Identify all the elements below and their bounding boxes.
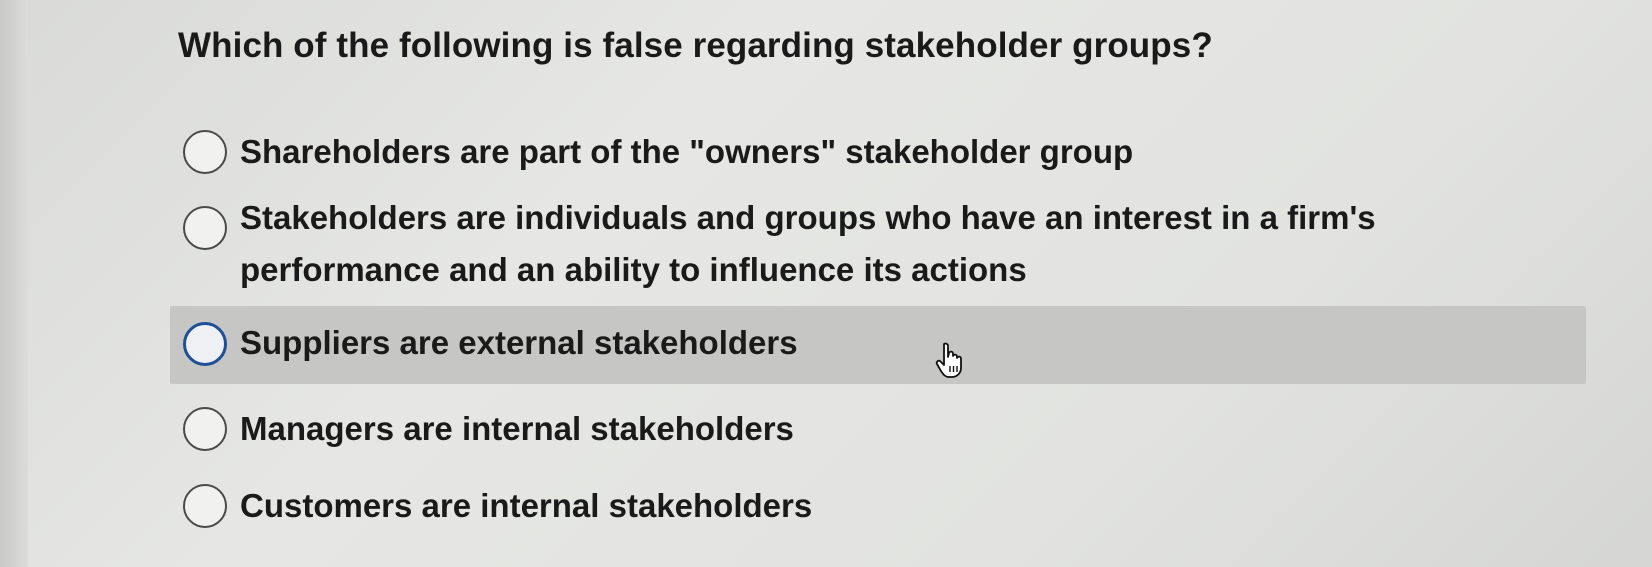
answer-option-2[interactable]: Stakeholders are individuals and groups … <box>170 192 1586 296</box>
radio-button[interactable] <box>183 322 227 366</box>
answer-option-label: Suppliers are external stakeholders <box>240 324 798 361</box>
hand-pointer-icon <box>935 342 962 378</box>
answer-option-label: Stakeholders are individuals and groups … <box>240 199 1376 288</box>
answer-option-1[interactable]: Shareholders are part of the "owners" st… <box>170 122 1586 182</box>
radio-button[interactable] <box>183 407 227 451</box>
question-text: Which of the following is false regardin… <box>178 26 1213 65</box>
answer-option-3[interactable]: Suppliers are external stakeholders <box>170 306 1586 384</box>
radio-button[interactable] <box>183 206 227 250</box>
screen-bezel-edge <box>0 0 28 567</box>
radio-button[interactable] <box>183 130 227 174</box>
radio-button[interactable] <box>183 484 227 528</box>
answer-option-4[interactable]: Managers are internal stakeholders <box>170 399 1586 459</box>
answer-option-label: Managers are internal stakeholders <box>240 410 794 447</box>
answer-option-label: Shareholders are part of the "owners" st… <box>240 133 1134 170</box>
answer-option-5[interactable]: Customers are internal stakeholders <box>170 476 1586 536</box>
answer-option-label: Customers are internal stakeholders <box>240 487 813 524</box>
